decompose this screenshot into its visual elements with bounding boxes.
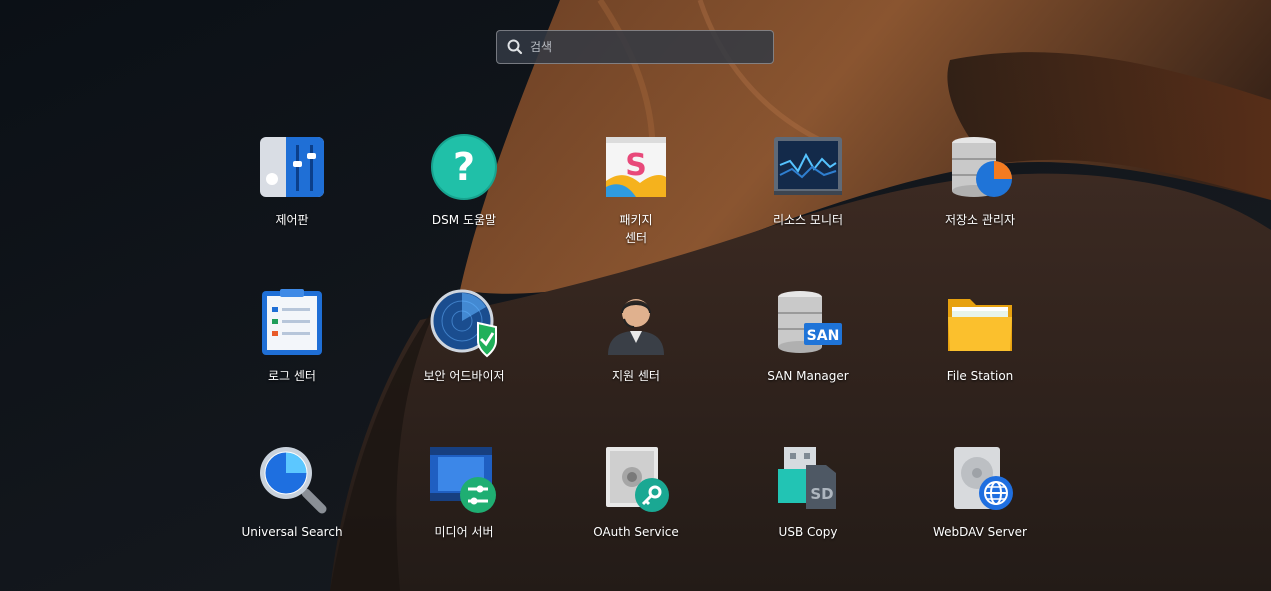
search-bar[interactable]: [496, 30, 774, 64]
san-manager-icon: SAN: [778, 291, 842, 353]
app-storage-manager[interactable]: 저장소 관리자: [895, 131, 1065, 261]
log-center-icon: [262, 289, 322, 355]
app-security-advisor[interactable]: 보안 어드바이저: [379, 287, 549, 417]
app-label: File Station: [946, 369, 1014, 383]
app-label: 패키지 센터: [619, 213, 653, 245]
package-center-icon: S: [606, 137, 666, 197]
storage-manager-icon: [952, 137, 1012, 197]
app-label: 지원 센터: [612, 369, 660, 383]
svg-text:SAN: SAN: [807, 328, 840, 344]
app-universal-search[interactable]: Universal Search: [207, 443, 377, 573]
resource-monitor-icon: [774, 137, 842, 195]
app-label: USB Copy: [778, 525, 838, 539]
app-label: 보안 어드바이저: [423, 369, 505, 383]
control-panel-icon: [260, 137, 324, 197]
security-advisor-icon: [430, 289, 497, 358]
help-icon: ?: [431, 134, 497, 200]
app-label: 저장소 관리자: [944, 213, 1016, 227]
usb-copy-icon: SD: [778, 447, 836, 509]
app-label: 로그 센터: [268, 369, 316, 383]
oauth-service-icon: [606, 447, 669, 512]
app-media-server[interactable]: 미디어 서버: [379, 443, 549, 573]
app-san-manager[interactable]: SAN SAN Manager: [723, 287, 893, 417]
app-webdav-server[interactable]: WebDAV Server: [895, 443, 1065, 573]
app-control-panel[interactable]: 제어판: [207, 131, 377, 261]
app-oauth-service[interactable]: OAuth Service: [551, 443, 721, 573]
app-label: 리소스 모니터: [772, 213, 844, 227]
app-dsm-help[interactable]: ? DSM 도움말: [379, 131, 549, 261]
app-label: OAuth Service: [593, 525, 679, 539]
svg-text:S: S: [625, 148, 647, 183]
app-label: DSM 도움말: [431, 213, 497, 227]
app-file-station[interactable]: File Station: [895, 287, 1065, 417]
webdav-server-icon: [954, 447, 1013, 510]
app-package-center[interactable]: S 패키지 센터: [551, 131, 721, 261]
app-label: 제어판: [275, 213, 309, 227]
support-center-icon: [608, 299, 664, 355]
app-log-center[interactable]: 로그 센터: [207, 287, 377, 417]
file-station-icon: [948, 299, 1012, 351]
search-input[interactable]: [528, 31, 773, 63]
app-label: WebDAV Server: [932, 525, 1027, 539]
app-usb-copy[interactable]: SD USB Copy: [723, 443, 893, 573]
app-label: Universal Search: [241, 525, 343, 539]
app-resource-monitor[interactable]: 리소스 모니터: [723, 131, 893, 261]
universal-search-icon: [260, 447, 327, 514]
app-label: 미디어 서버: [434, 525, 494, 539]
app-label: SAN Manager: [767, 369, 849, 383]
svg-text:SD: SD: [810, 485, 833, 503]
svg-text:?: ?: [453, 145, 475, 189]
app-support-center[interactable]: 지원 센터: [551, 287, 721, 417]
media-server-icon: [430, 447, 496, 513]
search-icon: [507, 39, 523, 55]
